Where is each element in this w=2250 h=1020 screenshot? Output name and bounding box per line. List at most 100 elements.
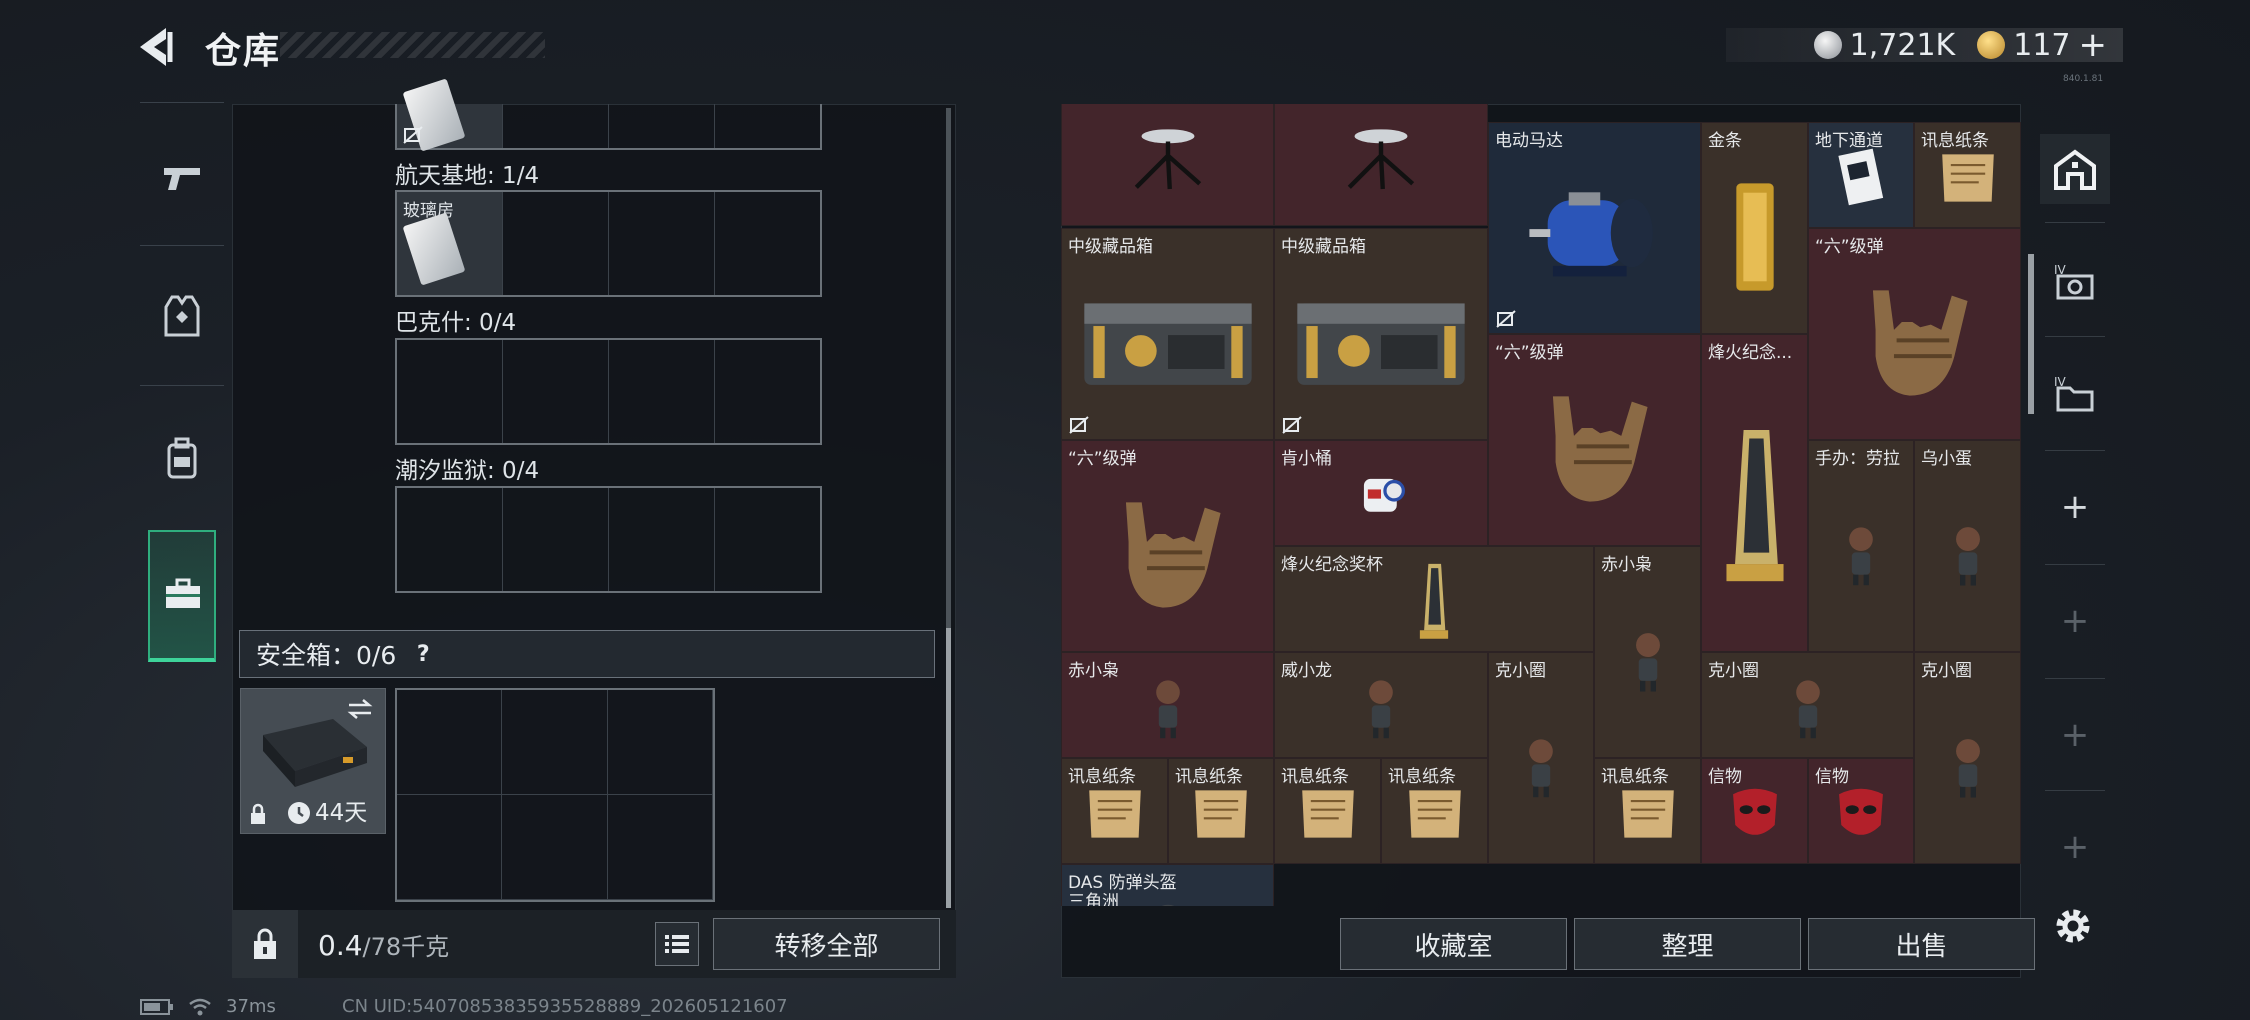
inventory-item-tripod[interactable]	[1061, 104, 1274, 226]
sell-button[interactable]: 出售	[1808, 918, 2035, 970]
add-tab-button[interactable]: +	[2040, 472, 2110, 542]
item-label: 威小龙	[1281, 661, 1332, 681]
safebox-slot[interactable]	[607, 795, 713, 900]
slot-cell[interactable]	[609, 340, 715, 443]
paper-icon	[1402, 786, 1468, 846]
inventory-item-paper[interactable]: 讯息纸条	[1168, 758, 1274, 864]
safebox-slot[interactable]	[502, 690, 608, 795]
figure-icon	[1521, 734, 1560, 804]
inventory-item-chest[interactable]: 中级藏品箱	[1274, 228, 1488, 440]
slot-cell[interactable]	[503, 104, 609, 148]
slot-cell[interactable]	[397, 340, 503, 443]
tab-toolbox-active[interactable]	[148, 530, 216, 662]
add-tab-button[interactable]: +	[2040, 586, 2110, 656]
scrollbar-thumb[interactable]	[946, 628, 951, 908]
help-button[interactable]: ?	[408, 639, 438, 669]
add-currency-button[interactable]: +	[2079, 25, 2108, 65]
title-stripe	[280, 32, 545, 58]
inventory-item-paper[interactable]: 讯息纸条	[1594, 758, 1701, 864]
safebox-slot[interactable]	[607, 690, 713, 795]
slot-cell[interactable]	[609, 192, 715, 295]
tab-divider	[2045, 678, 2105, 679]
item-label: 乌小蛋	[1921, 449, 1972, 469]
slot-cell[interactable]	[715, 340, 820, 443]
safebox-case-icon	[263, 719, 367, 787]
inventory-item-figure[interactable]: 克小圈	[1488, 652, 1594, 864]
inventory-item-trophy[interactable]: 烽火纪念奖杯	[1274, 546, 1594, 652]
tab-divider	[2045, 336, 2105, 337]
inventory-item-helmet[interactable]: DAS 防弹头盔 三角洲	[1061, 864, 1274, 906]
inventory-scrollbar[interactable]	[2028, 254, 2034, 414]
tab-divider	[2045, 790, 2105, 791]
inventory-item-figure[interactable]: 乌小蛋	[1914, 440, 2021, 652]
inventory-item-motor[interactable]: 电动马达	[1488, 122, 1701, 334]
slot-cell[interactable]: 玻璃房	[397, 192, 503, 295]
slot-cell[interactable]	[609, 488, 715, 591]
inventory-item-chest[interactable]: 中级藏品箱	[1061, 228, 1274, 440]
settings-gear-icon[interactable]	[2049, 902, 2097, 950]
safebox-slot[interactable]	[397, 690, 503, 795]
inventory-item-paper[interactable]: 讯息纸条	[1274, 758, 1381, 864]
tab-divider	[2045, 564, 2105, 565]
lock-button[interactable]	[232, 910, 298, 978]
vest-icon	[164, 295, 200, 337]
slot-cell[interactable]	[609, 104, 715, 148]
tab-divider	[140, 245, 224, 246]
collection-room-button[interactable]: 收藏室	[1340, 918, 1567, 970]
iv-folder-icon: IV	[2054, 375, 2094, 412]
tab-iv-folder[interactable]: IV	[2040, 358, 2110, 428]
inventory-item-trophy[interactable]: 烽火纪念...	[1701, 334, 1808, 652]
inventory-item-figure[interactable]: 威小龙	[1274, 652, 1488, 758]
tab-iv-card[interactable]: IV	[2040, 246, 2110, 316]
inventory-item-figure[interactable]: 赤小枭	[1061, 652, 1274, 758]
slot-cell[interactable]	[397, 78, 503, 152]
item-label: “六”级弹	[1068, 449, 1137, 469]
inventory-item-figure[interactable]: 克小圈	[1914, 652, 2021, 864]
inventory-item-mask[interactable]: 信物	[1701, 758, 1808, 864]
safebox-slot[interactable]	[502, 795, 608, 900]
organize-button[interactable]: 整理	[1574, 918, 1801, 970]
list-view-button[interactable]	[655, 922, 699, 966]
helmet-icon	[1143, 893, 1193, 906]
inventory-item-card[interactable]: 地下通道	[1808, 122, 1914, 228]
inventory-item-paper[interactable]: 讯息纸条	[1914, 122, 2021, 228]
inventory-item-figure[interactable]: 手办：劳拉	[1808, 440, 1914, 652]
slot-cell[interactable]	[503, 488, 609, 591]
inventory-item-paper[interactable]: 讯息纸条	[1381, 758, 1488, 864]
slot-cell[interactable]	[715, 192, 820, 295]
swap-icon[interactable]	[345, 697, 375, 721]
transfer-all-button[interactable]: 转移全部	[713, 918, 940, 970]
tab-gear[interactable]	[148, 282, 216, 350]
inventory-item-hand[interactable]: “六”级弹	[1808, 228, 2021, 440]
inventory-item-bucket[interactable]: 肯小桶	[1274, 440, 1488, 546]
item-label: 讯息纸条	[1388, 767, 1456, 787]
weight-capacity: /78千克	[362, 933, 450, 961]
iv-card-icon: IV	[2054, 263, 2094, 300]
goldbar-icon	[1725, 178, 1784, 299]
inventory-item-hand[interactable]: “六”级弹	[1488, 334, 1701, 546]
slot-row-bakhsh	[395, 338, 822, 445]
tab-home[interactable]	[2040, 134, 2110, 204]
slot-cell[interactable]	[503, 192, 609, 295]
safebox-grid	[395, 688, 715, 902]
tab-weapons[interactable]	[148, 144, 216, 212]
add-tab-button[interactable]: +	[2040, 700, 2110, 770]
back-arrow-icon[interactable]	[130, 22, 180, 72]
inventory-item-figure[interactable]: 克小圈	[1701, 652, 1914, 758]
slot-cell[interactable]	[715, 488, 820, 591]
inventory-item-goldbar[interactable]: 金条	[1701, 122, 1808, 334]
paper-icon	[1935, 150, 2001, 210]
slot-cell[interactable]	[397, 488, 503, 591]
tab-backpack[interactable]	[148, 424, 216, 492]
inventory-item-mask[interactable]: 信物	[1808, 758, 1914, 864]
slot-cell[interactable]	[503, 340, 609, 443]
inventory-item-figure[interactable]: 赤小枭	[1594, 546, 1701, 758]
inventory-item-hand[interactable]: “六”级弹	[1061, 440, 1274, 652]
add-tab-button[interactable]: +	[2040, 812, 2110, 882]
safebox-slot[interactable]	[397, 795, 503, 900]
inventory-item-paper[interactable]: 讯息纸条	[1061, 758, 1168, 864]
slot-cell[interactable]	[715, 104, 820, 148]
inventory-item-tripod[interactable]	[1274, 104, 1488, 226]
item-label: 讯息纸条	[1601, 767, 1669, 787]
safebox-item[interactable]: 44天	[240, 688, 386, 834]
